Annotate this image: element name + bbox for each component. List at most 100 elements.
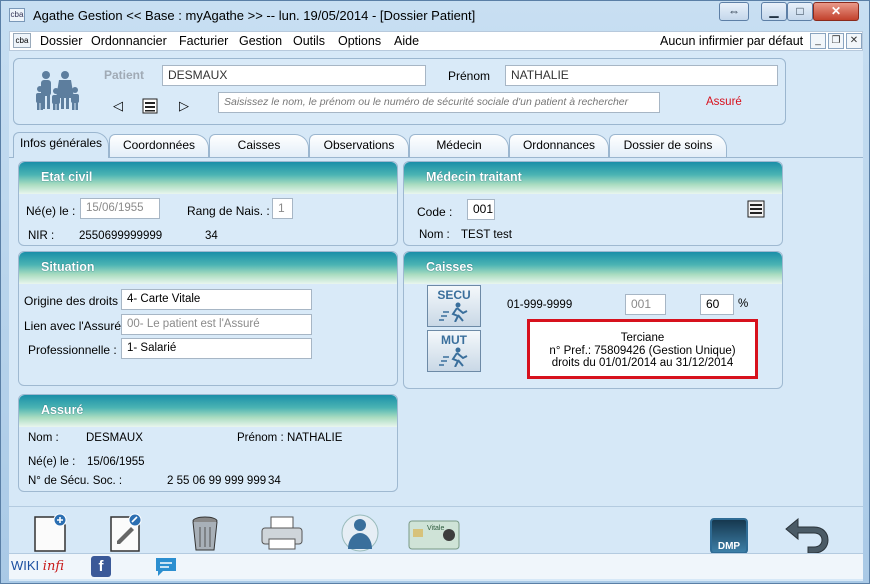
patient-figure-icon[interactable]	[337, 513, 383, 553]
caisses-header: Caisses	[404, 252, 782, 284]
tab-coordonnees[interactable]: Coordonnées	[109, 134, 209, 157]
next-patient-icon[interactable]: ▷	[176, 97, 192, 115]
centre-field[interactable]: 001	[625, 294, 666, 315]
medecin-nom-label: Nom :	[419, 229, 450, 241]
minimize-button[interactable]: ▁	[761, 2, 787, 21]
menu-gestion[interactable]: Gestion	[239, 34, 282, 48]
wiki-infi-link[interactable]: WIKI infi	[11, 558, 64, 574]
prenom-label: Prénom	[448, 69, 491, 83]
patient-search-input[interactable]: Saisissez le nom, le prénom ou le numéro…	[218, 92, 660, 113]
previous-patient-icon[interactable]: ◁	[110, 97, 126, 115]
mut-label: MUT	[441, 333, 467, 347]
mdi-minimize-icon[interactable]: _	[810, 33, 826, 49]
code-label: Code :	[417, 205, 453, 219]
maximize-button[interactable]: □	[787, 2, 813, 21]
assure-naissance-label: Né(e) le :	[28, 456, 76, 468]
menu-outils[interactable]: Outils	[293, 34, 325, 48]
return-arrow-icon[interactable]	[784, 513, 832, 553]
medecin-group: Médecin traitant Code : 001 Nom : TEST t…	[403, 161, 783, 246]
assure-group: Assuré Nom : DESMAUX Prénom : NATHALIE N…	[18, 394, 398, 492]
printer-icon[interactable]	[259, 513, 305, 553]
pro-label: Professionnelle :	[28, 343, 117, 357]
menu-dossier[interactable]: Dossier	[40, 34, 82, 48]
app-icon: cba	[9, 8, 25, 22]
app-window: cba Agathe Gestion << Base : myAgathe >>…	[0, 0, 870, 584]
new-document-icon[interactable]	[31, 513, 71, 553]
patient-panel: Patient DESMAUX Prénom NATHALIE ◁ ▷ Sais…	[13, 58, 786, 125]
dmp-label: DMP	[717, 541, 741, 552]
origine-field[interactable]: 4- Carte Vitale	[121, 289, 312, 310]
lien-field[interactable]: 00- Le patient est l'Assuré	[121, 314, 312, 335]
nir-label: NIR :	[28, 230, 55, 242]
assure-header: Assuré	[19, 395, 397, 427]
mutuelle-pref: n° Pref.: 75809426 (Gestion Unique)	[549, 344, 736, 357]
naissance-label: Né(e) le :	[26, 204, 76, 218]
mutuelle-name: Terciane	[620, 332, 665, 344]
wiki-text: WIKI	[11, 558, 40, 573]
situation-header: Situation	[19, 252, 397, 284]
patient-list-icon[interactable]	[142, 97, 158, 115]
assure-naissance-value: 15/06/1955	[87, 456, 145, 468]
naissance-field[interactable]: 15/06/1955	[80, 198, 160, 219]
secu-button[interactable]: SECU	[427, 285, 481, 327]
menu-facturier[interactable]: Facturier	[179, 34, 228, 48]
title-bar: cba Agathe Gestion << Base : myAgathe >>…	[1, 1, 869, 29]
dmp-button[interactable]: DMP	[710, 518, 748, 554]
assure-secu-value: 2 55 06 99 999 999	[167, 475, 267, 487]
tab-ordonnances[interactable]: Ordonnances	[509, 134, 609, 157]
chat-bubble-icon[interactable]	[154, 556, 178, 578]
mutuelle-droits: droits du 01/01/2014 au 31/12/2014	[551, 357, 734, 369]
patient-label: Patient	[104, 68, 145, 82]
assure-status: Assuré	[706, 96, 742, 108]
caisse-code: 01-999-9999	[507, 299, 573, 311]
assure-secu-label: N° de Sécu. Soc. :	[28, 475, 123, 487]
pro-field[interactable]: 1- Salarié	[121, 338, 312, 359]
medecin-nom-value: TEST test	[461, 229, 512, 241]
assure-nom-label: Nom :	[28, 432, 59, 444]
window-title: Agathe Gestion << Base : myAgathe >> -- …	[33, 8, 476, 23]
edit-document-icon[interactable]	[105, 513, 145, 553]
vitale-card-text: Vitale	[427, 525, 444, 532]
tab-infos-generales[interactable]: Infos générales	[13, 132, 109, 158]
situation-group: Situation Origine des droits : 4- Carte …	[18, 251, 398, 386]
mdi-close-icon[interactable]: ✕	[846, 33, 862, 49]
tab-medecin[interactable]: Médecin	[409, 134, 509, 157]
mdi-restore-icon[interactable]: ❐	[828, 33, 844, 49]
secu-label: SECU	[437, 288, 471, 302]
menu-aide[interactable]: Aide	[394, 34, 419, 48]
origine-label: Origine des droits :	[24, 294, 125, 308]
tab-caisses[interactable]: Caisses	[209, 134, 309, 157]
etat-civil-group: Etat civil Né(e) le : 15/06/1955 Rang de…	[18, 161, 398, 246]
nir-key: 34	[205, 230, 218, 242]
mutuelle-info-box: Terciane n° Pref.: 75809426 (Gestion Uni…	[527, 319, 758, 379]
patient-prenom-field[interactable]: NATHALIE	[505, 65, 778, 86]
nir-value: 2550699999999	[79, 230, 163, 242]
patient-nom-field[interactable]: DESMAUX	[162, 65, 426, 86]
close-button[interactable]: ✕	[813, 2, 859, 21]
document-icon[interactable]: cba	[13, 33, 31, 48]
mut-button[interactable]: MUT	[427, 330, 481, 372]
bottom-toolbar: Vitale DMP	[9, 506, 863, 554]
menu-bar: cba Dossier Ordonnancier Facturier Gesti…	[9, 31, 863, 51]
medecin-header: Médecin traitant	[404, 162, 782, 194]
status-bar: WIKI infi f	[9, 553, 863, 579]
medecin-code-field[interactable]: 001	[467, 199, 495, 220]
rang-label: Rang de Nais. :	[187, 204, 270, 218]
vitale-card-icon[interactable]: Vitale	[407, 513, 461, 553]
assure-nom-value: DESMAUX	[86, 432, 143, 444]
tab-observations[interactable]: Observations	[309, 134, 409, 157]
pct-sign: %	[738, 298, 749, 310]
nurse-selector[interactable]: Aucun infirmier par défaut	[660, 34, 803, 48]
medecin-list-icon[interactable]	[747, 200, 765, 221]
running-figure-icon	[439, 302, 468, 322]
tab-dossier-de-soins[interactable]: Dossier de soins	[609, 134, 727, 157]
resize-arrows-button[interactable]: ⇔	[719, 2, 749, 21]
rang-field[interactable]: 1	[272, 198, 293, 219]
menu-options[interactable]: Options	[338, 34, 381, 48]
trash-icon[interactable]	[185, 513, 225, 553]
menu-ordonnancier[interactable]: Ordonnancier	[91, 34, 167, 48]
facebook-icon[interactable]: f	[91, 556, 111, 577]
taux-field[interactable]: 60	[700, 294, 734, 315]
assure-prenom-value: NATHALIE	[287, 432, 343, 444]
tab-strip: Infos générales Coordonnées Caisses Obse…	[9, 132, 863, 158]
